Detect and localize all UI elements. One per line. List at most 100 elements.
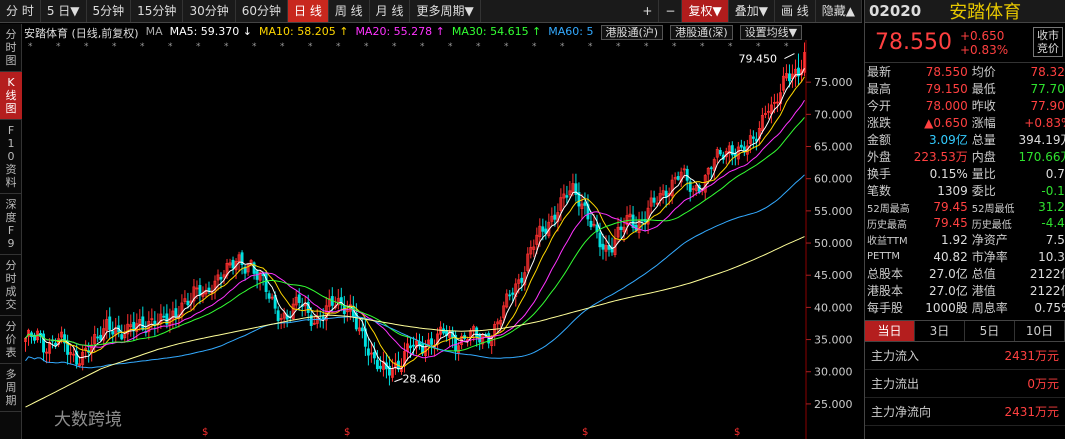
flow-value: 2431万元 <box>1004 349 1059 363</box>
left-tab-2[interactable]: F10资料 <box>0 120 22 194</box>
candle-down <box>54 342 58 346</box>
quote-cell: 涨幅 <box>971 116 996 130</box>
event-star: * <box>252 42 257 52</box>
left-tab-6[interactable]: 多周期 <box>0 364 22 412</box>
change-value: +0.650 <box>959 28 1005 43</box>
flow-tab-0[interactable]: 当日 <box>865 321 915 341</box>
period-tab-2[interactable]: 5分钟 <box>87 0 132 22</box>
event-star: * <box>140 42 145 52</box>
dividend-marker: $ <box>582 427 588 438</box>
candle-down <box>162 315 166 318</box>
period-tab-7[interactable]: 周 线 <box>329 0 370 22</box>
quote-cell: 总量 <box>971 133 996 147</box>
quote-table: 最新 78.550均价 78.327 最高 79.150最低 77.700 今开 78.000… <box>865 63 1065 316</box>
flow-tab-3[interactable]: 10日 <box>1015 321 1065 341</box>
y-tick-label: 60.000 <box>814 173 853 186</box>
flow-label: 主力净流向 <box>871 405 932 419</box>
ma20-value: MA20: 55.278 ↑ <box>355 25 445 38</box>
flow-tab-1[interactable]: 3日 <box>915 321 965 341</box>
quote-cell: 总值 <box>971 267 996 281</box>
left-tab-4[interactable]: 分时成交 <box>0 255 22 316</box>
hk-connect-sz-button[interactable]: 港股通(深) <box>670 25 733 40</box>
candle-down <box>219 276 223 280</box>
event-star: * <box>280 42 285 52</box>
candle-down <box>685 168 689 181</box>
period-tab-6[interactable]: 日 线 <box>288 0 329 22</box>
tool-button-5[interactable]: 隐藏▲ <box>816 0 862 22</box>
candle-down <box>409 345 412 349</box>
left-tab-1[interactable]: K线图 <box>0 72 22 120</box>
y-tick-label: 25.000 <box>814 398 853 411</box>
tool-button-1[interactable]: − <box>659 0 683 22</box>
flow-label: 主力流出 <box>871 377 920 391</box>
flow-row: 主力流入 2431万元 <box>865 342 1065 370</box>
ma-legend: 安踏体育 (日线,前复权) MA MA5: 59.370 ↓ MA10: 58.… <box>24 25 862 40</box>
quote-cell: 77.700 <box>1030 81 1065 96</box>
candle-down <box>297 294 301 303</box>
dividend-marker: $ <box>344 427 350 438</box>
left-tab-3[interactable]: 深度F9 <box>0 194 22 255</box>
quote-cell: 0.75% <box>1034 300 1065 315</box>
quote-cell: 周息率 <box>971 301 1008 315</box>
quote-cell: 涨跌 <box>867 116 892 130</box>
left-tab-bar: 分时图K线图F10资料深度F9分时成交分价表多周期 <box>0 24 22 439</box>
quote-row: 外盘 223.53万内盘 170.66万 <box>865 148 1065 165</box>
price-change: +0.650 +0.83% <box>960 29 1008 57</box>
period-tab-1[interactable]: 5 日▼ <box>41 0 87 22</box>
event-star: * <box>392 42 397 52</box>
candle-down <box>541 226 545 232</box>
quote-cell: 最低 <box>971 82 996 96</box>
period-tab-3[interactable]: 15分钟 <box>131 0 184 22</box>
event-star: * <box>588 42 593 52</box>
tool-button-0[interactable]: + <box>636 0 660 22</box>
y-tick-label: 55.000 <box>814 205 853 218</box>
quote-cell: 最高 <box>867 82 892 96</box>
last-price: 78.550 <box>875 30 952 55</box>
period-tab-8[interactable]: 月 线 <box>370 0 411 22</box>
quote-cell: 78.327 <box>1030 64 1065 79</box>
period-tab-9[interactable]: 更多周期▼ <box>410 0 481 22</box>
quote-row: 52周最高 79.4552周最低 31.21 <box>865 199 1065 215</box>
tool-button-4[interactable]: 画 线 <box>775 0 816 22</box>
hk-connect-sh-button[interactable]: 港股通(沪) <box>600 25 664 40</box>
quote-cell: 港股本 <box>867 284 904 298</box>
candle-down <box>267 293 271 299</box>
left-tab-0[interactable]: 分时图 <box>0 24 22 72</box>
tool-button-3[interactable]: 叠加▼ <box>729 0 775 22</box>
quote-cell: 外盘 <box>867 150 892 164</box>
quote-row: 总股本 27.0亿总值 2122亿 <box>865 265 1065 282</box>
event-star: * <box>336 42 341 52</box>
candle-down <box>372 352 376 359</box>
flow-period-tabs: 当日 3日 5日 10日 <box>865 320 1065 342</box>
event-star: * <box>784 42 789 52</box>
y-tick-label: 30.000 <box>814 366 853 379</box>
candle-down <box>186 300 190 306</box>
quote-cell: 净资产 <box>971 233 1008 247</box>
candle-down <box>430 338 433 345</box>
flow-label: 主力流入 <box>871 349 920 363</box>
stock-code: 02020 <box>869 2 922 20</box>
event-star: * <box>476 42 481 52</box>
max-price-label: 79.450 <box>738 53 777 66</box>
event-star: * <box>644 42 649 52</box>
ma5-value: MA5: 59.370 ↓ <box>169 25 253 38</box>
quote-cell: 换手 <box>867 167 892 181</box>
period-tab-0[interactable]: 分 时 <box>0 0 41 22</box>
candle-down <box>375 359 379 370</box>
quote-cell: 3.09亿 <box>929 133 968 147</box>
candle-down <box>520 277 524 283</box>
period-tab-5[interactable]: 60分钟 <box>236 0 288 22</box>
candle-down <box>475 327 479 338</box>
ma30-value: MA30: 54.615 ↑ <box>451 25 542 38</box>
tool-button-2[interactable]: 复权▼ <box>682 0 729 22</box>
period-tab-4[interactable]: 30分钟 <box>183 0 236 22</box>
kline-chart[interactable]: 25.000 30.000 35.000 40.000 45.000 50.000 55.0… <box>22 40 862 439</box>
left-tab-5[interactable]: 分价表 <box>0 316 22 364</box>
candle-down <box>174 308 178 317</box>
quote-cell: 每手股 <box>867 301 904 315</box>
candle-down <box>652 197 656 203</box>
ma-settings-button[interactable]: 设置均线▼ <box>739 25 803 40</box>
flow-tab-2[interactable]: 5日 <box>965 321 1015 341</box>
quote-cell: 历史最高 <box>867 219 907 231</box>
quote-cell: 均价 <box>971 65 996 79</box>
